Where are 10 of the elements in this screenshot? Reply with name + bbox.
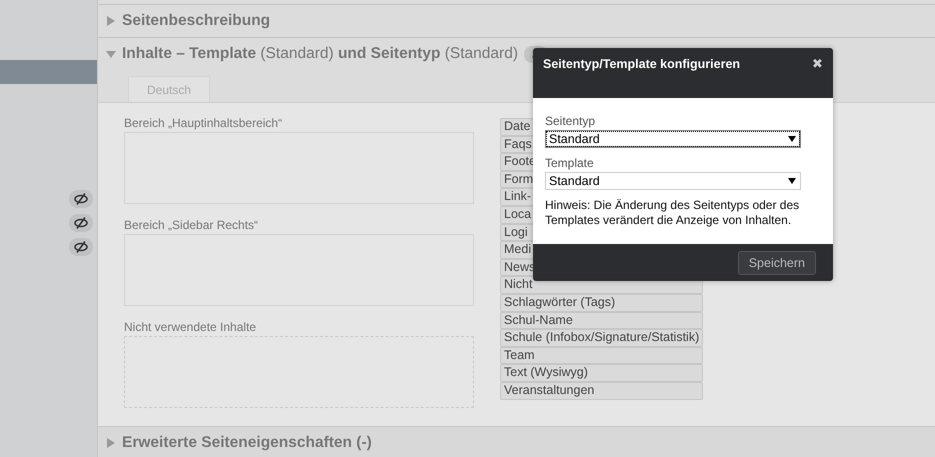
field-label: Template (545, 156, 595, 170)
section-title: Seitenbeschreibung (122, 12, 270, 30)
section-title: Erweiterte Seiteneigenschaften (-) (122, 434, 372, 452)
dialog-title: Seitentyp/Template konfigurieren (543, 57, 740, 71)
area-label: Nicht verwendete Inhalte (124, 320, 258, 334)
field-label: Seitentyp (545, 114, 596, 128)
area-label: Bereich „Hauptinhaltsbereich“ (124, 116, 284, 130)
area-label: Bereich „Sidebar Rechts“ (124, 218, 260, 232)
hint-text: Hinweis: Die Änderung des Seitentyps oder des Templates verändert die Anzeige von Inhalten. (545, 198, 800, 228)
section-title: Inhalte – Template (Standard) und Seitentyp (Standard) (122, 45, 518, 63)
